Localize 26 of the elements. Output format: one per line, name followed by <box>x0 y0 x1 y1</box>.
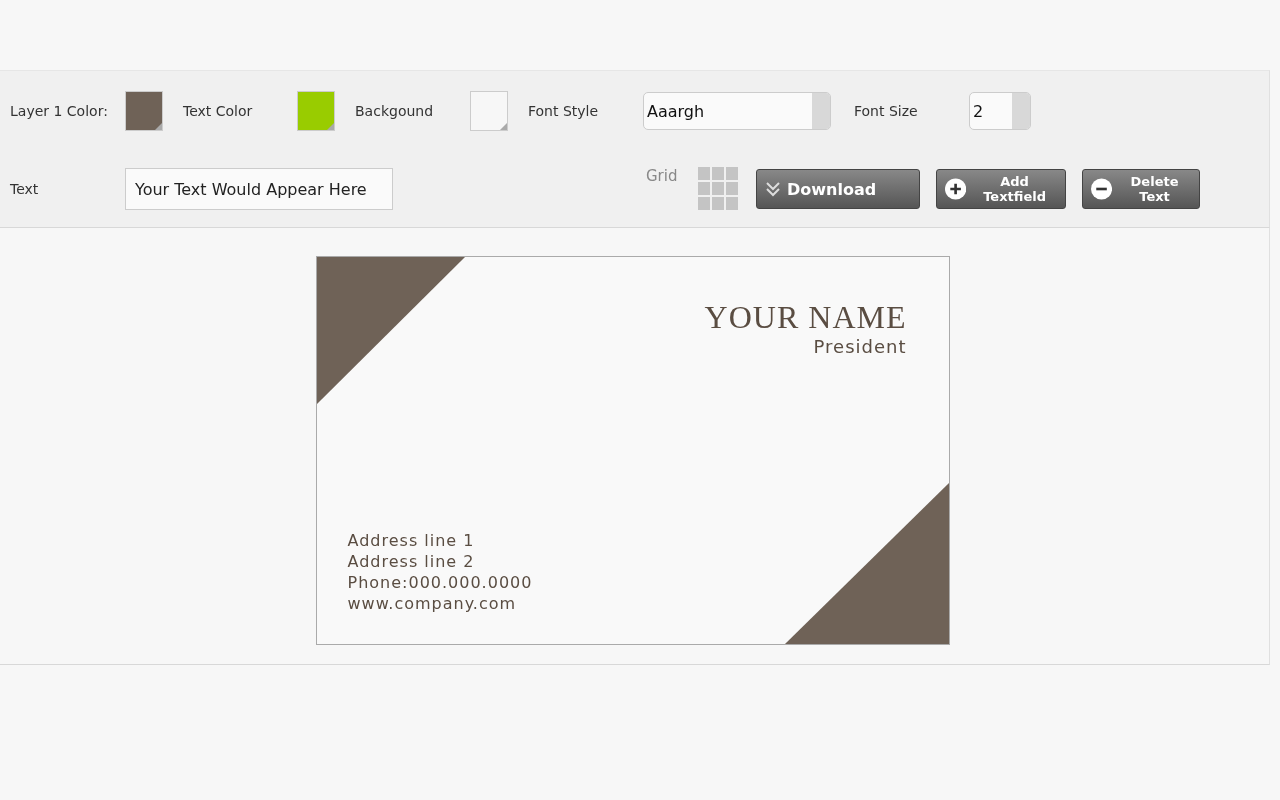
text-input[interactable]: Your Text Would Appear Here <box>125 168 393 210</box>
card-name: YOUR NAME <box>704 299 907 336</box>
color-label: Layer 1 Color: <box>10 103 109 119</box>
text-label: Text <box>10 181 40 197</box>
font-style-select[interactable]: Aaargh <box>643 92 831 130</box>
font-style-label: Font Style <box>528 103 600 119</box>
color-swatch[interactable] <box>297 91 335 131</box>
delete-button[interactable]: Delete Text <box>1082 169 1200 209</box>
download-icon <box>765 181 781 197</box>
card-contact-line: Phone:000.000.0000 <box>347 572 534 593</box>
add-button[interactable]: Add Textfield <box>936 169 1066 209</box>
grid-icon[interactable] <box>698 167 738 211</box>
color-swatch[interactable] <box>470 91 508 131</box>
card-contact-line: Address line 2 <box>347 551 476 572</box>
card-title: President <box>813 336 907 357</box>
plus-icon <box>945 177 967 201</box>
color-swatch[interactable] <box>125 91 163 131</box>
color-label: Backgound <box>355 103 435 119</box>
card-contact-line: Address line 1 <box>347 530 476 551</box>
download-button[interactable]: Download <box>756 169 920 209</box>
minus-icon <box>1091 177 1113 201</box>
color-label: Text Color <box>183 103 254 119</box>
font-size-label: Font Size <box>854 103 919 119</box>
card-contact-line: www.company.com <box>347 593 518 614</box>
font-size-select[interactable]: 2 <box>969 92 1031 130</box>
grid-label: Grid <box>646 167 679 185</box>
